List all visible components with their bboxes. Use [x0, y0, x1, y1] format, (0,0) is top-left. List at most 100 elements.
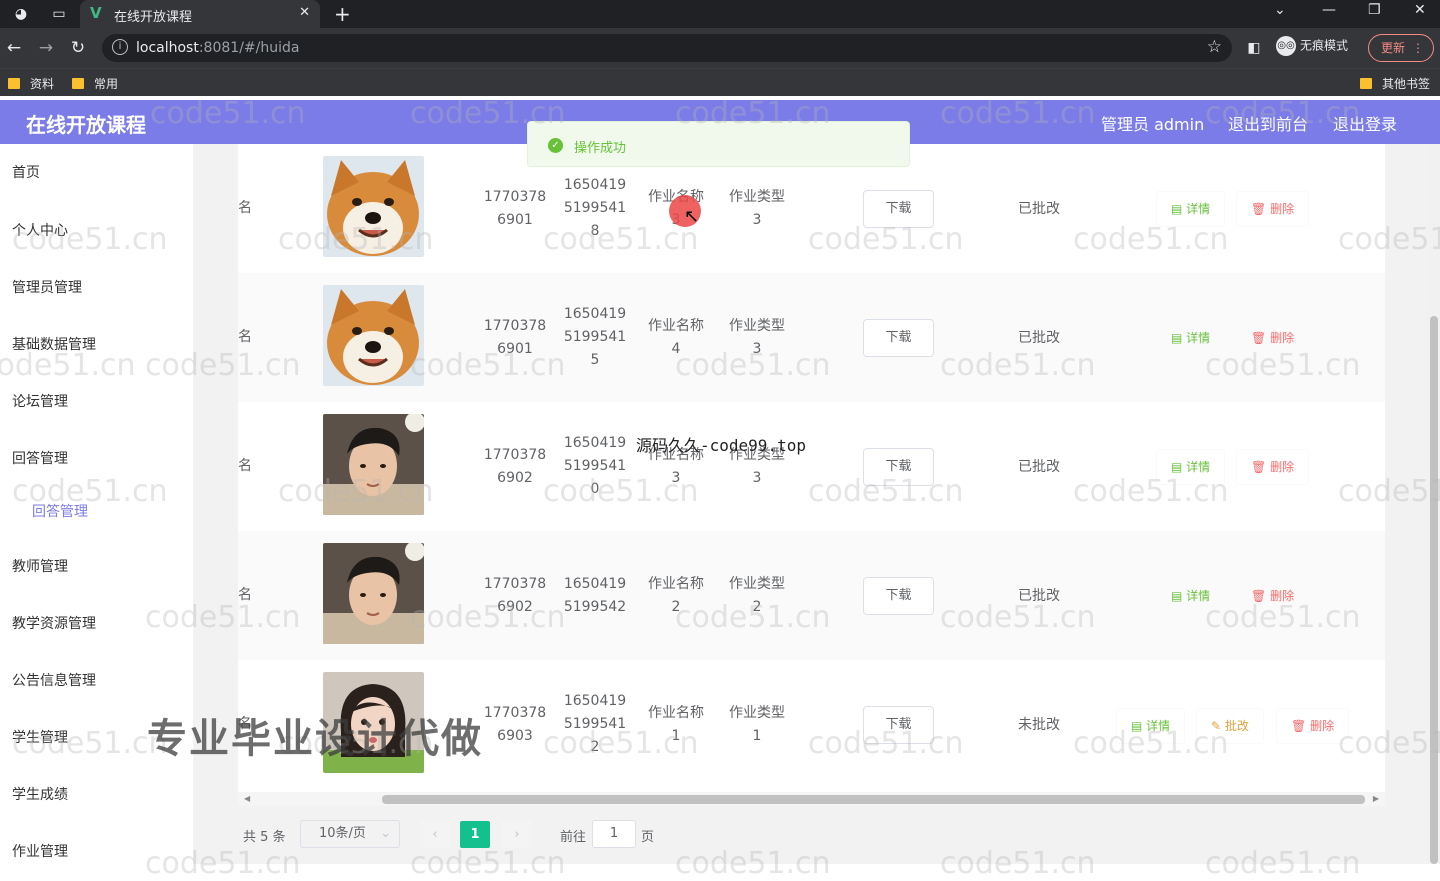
side-panel-icon[interactable]: ◧	[1244, 38, 1264, 58]
goto-page-input[interactable]: 1	[592, 820, 636, 848]
other-bookmarks[interactable]: 其他书签	[1360, 75, 1430, 92]
sidebar-item-teachers[interactable]: 教师管理	[12, 556, 68, 576]
bookmark-folder-ziliao[interactable]: 资料	[8, 75, 54, 92]
url-input[interactable]: i localhost:8081/#/huida ☆	[102, 34, 1232, 62]
delete-button[interactable]: 🗑 删除	[1236, 578, 1310, 614]
cell-phone: 1770378 6901	[483, 188, 547, 228]
toast-message: 操作成功	[574, 141, 627, 156]
next-page-button[interactable]: ›	[502, 821, 532, 848]
download-button[interactable]: 下载	[863, 319, 934, 357]
sidebar-item-forum[interactable]: 论坛管理	[12, 391, 68, 411]
tab-search-icon[interactable]: ▭	[50, 5, 68, 23]
chevron-down-icon: ⌄	[380, 826, 391, 841]
profile-icon[interactable]: ◕	[12, 5, 30, 23]
url-host: localhost	[136, 40, 199, 56]
trash-icon: 🗑	[1251, 202, 1271, 216]
vertical-scroll-thumb[interactable]	[1430, 316, 1438, 864]
new-tab-icon[interactable]: +	[334, 2, 351, 26]
page-size-value: 10条/页	[319, 826, 366, 841]
sidebar-item-basic-data[interactable]: 基础数据管理	[12, 334, 96, 354]
sidebar-item-answers[interactable]: 回答管理	[12, 448, 68, 468]
scroll-left-icon[interactable]: ◀	[244, 792, 250, 806]
app-brand: 在线开放课程	[26, 113, 146, 137]
reload-icon[interactable]: ↻	[68, 38, 88, 58]
delete-button[interactable]: 🗑 删除	[1236, 449, 1310, 485]
site-info-icon[interactable]: i	[112, 39, 128, 55]
detail-button[interactable]: ▤ 详情	[1116, 708, 1186, 744]
admin-label: 管理员 admin	[1101, 115, 1205, 134]
detail-button[interactable]: ▤ 详情	[1156, 578, 1226, 614]
sidebar-item-homework[interactable]: 作业管理	[12, 841, 68, 861]
tab-title: 在线开放课程	[114, 10, 193, 25]
page-size-select[interactable]: 10条/页 ⌄	[300, 820, 400, 848]
document-icon: ▤	[1171, 202, 1187, 216]
sidebar-item-profile[interactable]: 个人中心	[12, 220, 68, 240]
delete-label: 删除	[1270, 331, 1295, 345]
cell-idcard: 1650419 5199541 8	[563, 177, 627, 239]
trash-icon: 🗑	[1291, 719, 1311, 733]
close-tab-icon[interactable]: ✕	[299, 5, 310, 20]
detail-button[interactable]: ▤ 详情	[1156, 449, 1226, 485]
bookmark-folder-changyong[interactable]: 常用	[72, 75, 118, 92]
detail-button[interactable]: ▤ 详情	[1156, 320, 1226, 356]
cell-phone: 1770378 6902	[483, 575, 547, 615]
delete-button[interactable]: 🗑 删除	[1236, 320, 1310, 356]
incognito-indicator[interactable]: ◎◎ 无痕模式	[1276, 36, 1348, 56]
exit-to-front-link[interactable]: 退出到前台	[1228, 111, 1308, 135]
cell-idcard: 1650419 5199541 0	[563, 435, 627, 497]
horizontal-scrollbar[interactable]: ◀ ▶	[238, 792, 1385, 806]
prev-page-button[interactable]: ‹	[420, 821, 450, 848]
cell-task-name: 作业名称 4	[648, 317, 704, 357]
delete-label: 删除	[1270, 589, 1295, 603]
document-icon: ▤	[1171, 460, 1187, 474]
tab-list-icon[interactable]: ⌄	[1274, 2, 1286, 18]
other-bookmarks-label: 其他书签	[1382, 77, 1431, 91]
horizontal-scroll-thumb[interactable]	[382, 795, 1365, 804]
success-toast: ✓ 操作成功	[527, 121, 910, 167]
pagination-total: 共 5 条	[243, 830, 286, 845]
forward-icon[interactable]: →	[36, 38, 56, 58]
detail-button[interactable]: ▤ 详情	[1156, 191, 1226, 227]
delete-button[interactable]: 🗑 删除	[1276, 708, 1350, 744]
bookmark-star-icon[interactable]: ☆	[1207, 37, 1222, 57]
sidebar-item-students[interactable]: 学生管理	[12, 727, 68, 747]
minimize-icon[interactable]: —	[1322, 2, 1336, 18]
cell-status: 已批改	[1018, 330, 1060, 346]
cell-task-type: 作业类型 3	[729, 317, 785, 357]
page-number-current[interactable]: 1	[460, 821, 490, 848]
update-button[interactable]: 更新 ⋮	[1368, 34, 1434, 62]
grade-button[interactable]: ✎ 批改	[1196, 708, 1264, 744]
sidebar-item-grades[interactable]: 学生成绩	[12, 784, 68, 804]
pagination: 共 5 条 10条/页 ⌄ ‹ 1 › 前往 1 页	[238, 814, 838, 854]
trash-icon: 🗑	[1251, 589, 1271, 603]
check-circle-icon: ✓	[548, 138, 563, 153]
cell-phone: 1770378 6902	[483, 446, 547, 486]
back-icon[interactable]: ←	[4, 38, 24, 58]
cell-name: 姓名	[238, 329, 252, 345]
download-button[interactable]: 下载	[863, 448, 934, 486]
cell-idcard: 1650419 5199541 5	[563, 306, 627, 368]
delete-button[interactable]: 🗑 删除	[1236, 191, 1310, 227]
cell-task-type: 作业类型 2	[729, 575, 785, 615]
browser-tab[interactable]: V 在线开放课程 ✕	[80, 0, 320, 28]
scroll-right-icon[interactable]: ▶	[1373, 792, 1379, 806]
cell-status: 未批改	[1018, 717, 1060, 733]
restore-icon[interactable]: ❐	[1368, 2, 1381, 18]
logout-link[interactable]: 退出登录	[1333, 111, 1397, 135]
vertical-scrollbar[interactable]	[1428, 144, 1440, 864]
sidebar-item-home[interactable]: 首页	[12, 162, 40, 182]
download-button[interactable]: 下载	[863, 706, 934, 744]
bookmark-label: 资料	[30, 77, 55, 91]
sidebar-item-resources[interactable]: 教学资源管理	[12, 613, 96, 633]
download-button[interactable]: 下载	[863, 190, 934, 228]
cell-task-name: 作业名称 2	[648, 575, 704, 615]
cell-task-type: 作业类型 3	[729, 188, 785, 228]
page-suffix-label: 页	[641, 830, 655, 845]
source-watermark: 源码久久-code99.top	[636, 436, 806, 455]
sidebar-item-admins[interactable]: 管理员管理	[12, 277, 82, 297]
sidebar-subitem-answers[interactable]: 回答管理	[32, 501, 88, 521]
download-button[interactable]: 下载	[863, 577, 934, 615]
sidebar-item-notices[interactable]: 公告信息管理	[12, 670, 96, 690]
close-window-icon[interactable]: ✕	[1414, 2, 1426, 18]
folder-icon	[8, 78, 20, 89]
